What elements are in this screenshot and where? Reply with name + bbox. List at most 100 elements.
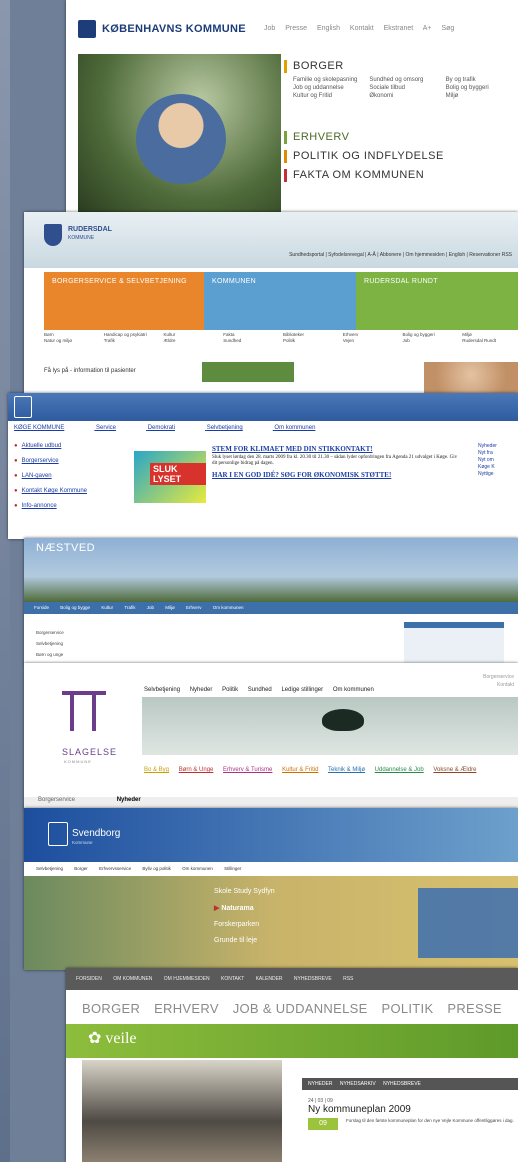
tab-nyheder[interactable]: NYHEDER [308, 1081, 332, 1087]
sublink[interactable]: Kultur og Fritid [293, 93, 365, 99]
nav-selvbetjening[interactable]: Selvbetjening [207, 425, 243, 431]
footer-left[interactable]: Borgerservice [38, 797, 75, 803]
col-kommunen[interactable]: KOMMUNEN [204, 272, 356, 330]
left-link[interactable]: Kontakt Køge Kommune [14, 488, 134, 494]
link[interactable]: Ældre [164, 338, 220, 343]
brand-wordmark[interactable]: NÆSTVED [36, 542, 95, 554]
link[interactable]: Børn [44, 332, 100, 337]
section-politik[interactable]: POLITIK OG INDFLYDELSE [284, 150, 518, 163]
nav-item[interactable]: FORSIDEN [76, 976, 102, 982]
brand-name[interactable]: Svendborg [72, 828, 120, 839]
nav-item[interactable]: Om kommunen [182, 866, 213, 871]
brand-name[interactable]: SLAGELSE [62, 747, 117, 757]
link[interactable]: Kultur [164, 332, 220, 337]
col-borgerservice[interactable]: BORGERSERVICE & SELVBETJENING [44, 272, 204, 330]
section-link[interactable]: POLITIK [381, 1001, 433, 1016]
site-logo-text[interactable]: KØBENHAVNS KOMMUNE [102, 23, 246, 35]
top-nav-kontakt[interactable]: Kontakt [350, 25, 374, 32]
cat-link[interactable]: Voksne & Ældre [433, 767, 476, 773]
top-nav-presse[interactable]: Presse [285, 25, 307, 32]
link[interactable]: Trafik [104, 338, 160, 343]
link[interactable]: Natur og miljø [44, 338, 100, 343]
nav-item[interactable]: Trafik [124, 605, 135, 610]
cat-link[interactable]: Uddannelse & Job [375, 767, 424, 773]
news-headline[interactable]: Ny kommuneplan 2009 [308, 1104, 411, 1115]
nav-item[interactable]: Borger [74, 866, 88, 871]
nav-item[interactable]: KALENDER [256, 976, 283, 982]
nav-item[interactable]: NYHEDSBREVE [294, 976, 332, 982]
link[interactable]: Biblioteker [283, 332, 339, 337]
link[interactable]: Job [403, 338, 459, 343]
nav-item[interactable]: RSS [343, 976, 353, 982]
link[interactable]: Sundhed [223, 338, 279, 343]
nav-item[interactable]: Miljø [165, 605, 175, 610]
nav-item[interactable]: Sundhed [248, 687, 272, 693]
left-link[interactable]: Info-annonce [14, 503, 134, 509]
top-right-link[interactable]: Kontakt [483, 681, 514, 689]
section-borger[interactable]: BORGER [284, 60, 518, 73]
cat-link[interactable]: Kultur & Fritid [282, 767, 318, 773]
section-link[interactable]: ERHVERV [154, 1001, 219, 1016]
nav-item[interactable]: Kultur [101, 605, 113, 610]
sublink[interactable]: By og trafik [446, 77, 518, 83]
sublink[interactable]: Miljø [446, 93, 518, 99]
nav-item[interactable]: Nyheder [190, 687, 213, 693]
cat-link[interactable]: Erhverv & Turisme [223, 767, 272, 773]
sublink[interactable]: Sundhed og omsorg [369, 77, 441, 83]
cat-link[interactable]: Bo & Byg [144, 767, 169, 773]
section-erhverv[interactable]: ERHVERV [284, 131, 518, 144]
nav-demokrati[interactable]: Demokrati [148, 425, 175, 431]
calendar-widget[interactable] [202, 362, 294, 382]
nav-item[interactable]: Ledige stillinger [281, 687, 323, 693]
link[interactable]: Politik [283, 338, 339, 343]
nav-item[interactable]: Politik [222, 687, 238, 693]
nav-item[interactable]: Byliv og politik [142, 866, 171, 871]
cat-link[interactable]: Teknik & Miljø [328, 767, 365, 773]
campaign-poster[interactable]: SLUK LYSET [134, 451, 206, 503]
hero-menu-item-selected[interactable]: Naturama [214, 904, 275, 912]
link[interactable]: Vejen [343, 338, 399, 343]
side-link[interactable]: Borgerservice [36, 630, 64, 635]
footer-news[interactable]: Nyheder [117, 797, 141, 803]
sublink[interactable]: Bolig og byggeri [446, 85, 518, 91]
info-heading[interactable]: Få lys på - information til pasienter [44, 368, 136, 374]
sublink[interactable]: Job og uddannelse [293, 85, 365, 91]
nav-home[interactable]: KØGE KOMMUNE [14, 425, 64, 431]
left-link[interactable]: LAN-gaven [14, 473, 134, 479]
section-link[interactable]: PRESSE [447, 1001, 502, 1016]
nav-item[interactable]: Forside [34, 605, 49, 610]
nav-item[interactable]: KONTAKT [221, 976, 244, 982]
nav-item[interactable]: Om kommunen [333, 687, 374, 693]
section-fakta[interactable]: FAKTA OM KOMMUNEN [284, 169, 518, 182]
nav-service[interactable]: Service [96, 425, 116, 431]
nav-item[interactable]: OM HJEMMESIDEN [164, 976, 210, 982]
hero-menu-item[interactable]: Forskerparken [214, 921, 275, 928]
cat-link[interactable]: Børn & Unge [179, 767, 214, 773]
nav-item[interactable]: OM KOMMUNEN [113, 976, 152, 982]
top-nav-job[interactable]: Job [264, 25, 275, 32]
tab-nyhedsarkiv[interactable]: NYHEDSARKIV [340, 1081, 376, 1087]
link[interactable]: Erhverv [343, 332, 399, 337]
nav-item[interactable]: Erhverv [186, 605, 202, 610]
sublink[interactable]: Sociale tilbud [369, 85, 441, 91]
section-link[interactable]: JOB & UDDANNELSE [233, 1001, 368, 1016]
sublink[interactable]: Økonomi [369, 93, 441, 99]
top-nav-english[interactable]: English [317, 25, 340, 32]
news-headline[interactable]: HAR I EN GOD IDÉ? SØG FOR ØKONOMISK STØT… [212, 471, 462, 479]
hero-menu-item[interactable]: Skole Study Sydfyn [214, 888, 275, 895]
top-right-link[interactable]: Borgerservice [483, 673, 514, 681]
hero-menu-item[interactable]: Grunde til leje [214, 937, 275, 944]
top-nav-ekstranet[interactable]: Ekstranet [384, 25, 414, 32]
left-link[interactable]: Borgerservice [14, 458, 134, 464]
nav-item[interactable]: Stillinger [224, 866, 241, 871]
link[interactable]: Miljø [462, 332, 518, 337]
right-link[interactable]: Nyttige [478, 471, 497, 478]
text-size-button[interactable]: A+ [423, 25, 432, 32]
utility-links[interactable]: Sundhedsportal | Syfodelsrevegal | A-Å |… [289, 252, 512, 258]
side-link[interactable]: Børn og unge [36, 652, 64, 657]
nav-om-kommunen[interactable]: Om kommunen [274, 425, 315, 431]
link[interactable]: Handicap og psykiatri [104, 332, 160, 337]
sublink[interactable]: Familie og skolepasning [293, 77, 365, 83]
brand-name[interactable]: RUDERSDAL [68, 226, 112, 233]
nav-item[interactable]: Erhvervsservice [99, 866, 131, 871]
